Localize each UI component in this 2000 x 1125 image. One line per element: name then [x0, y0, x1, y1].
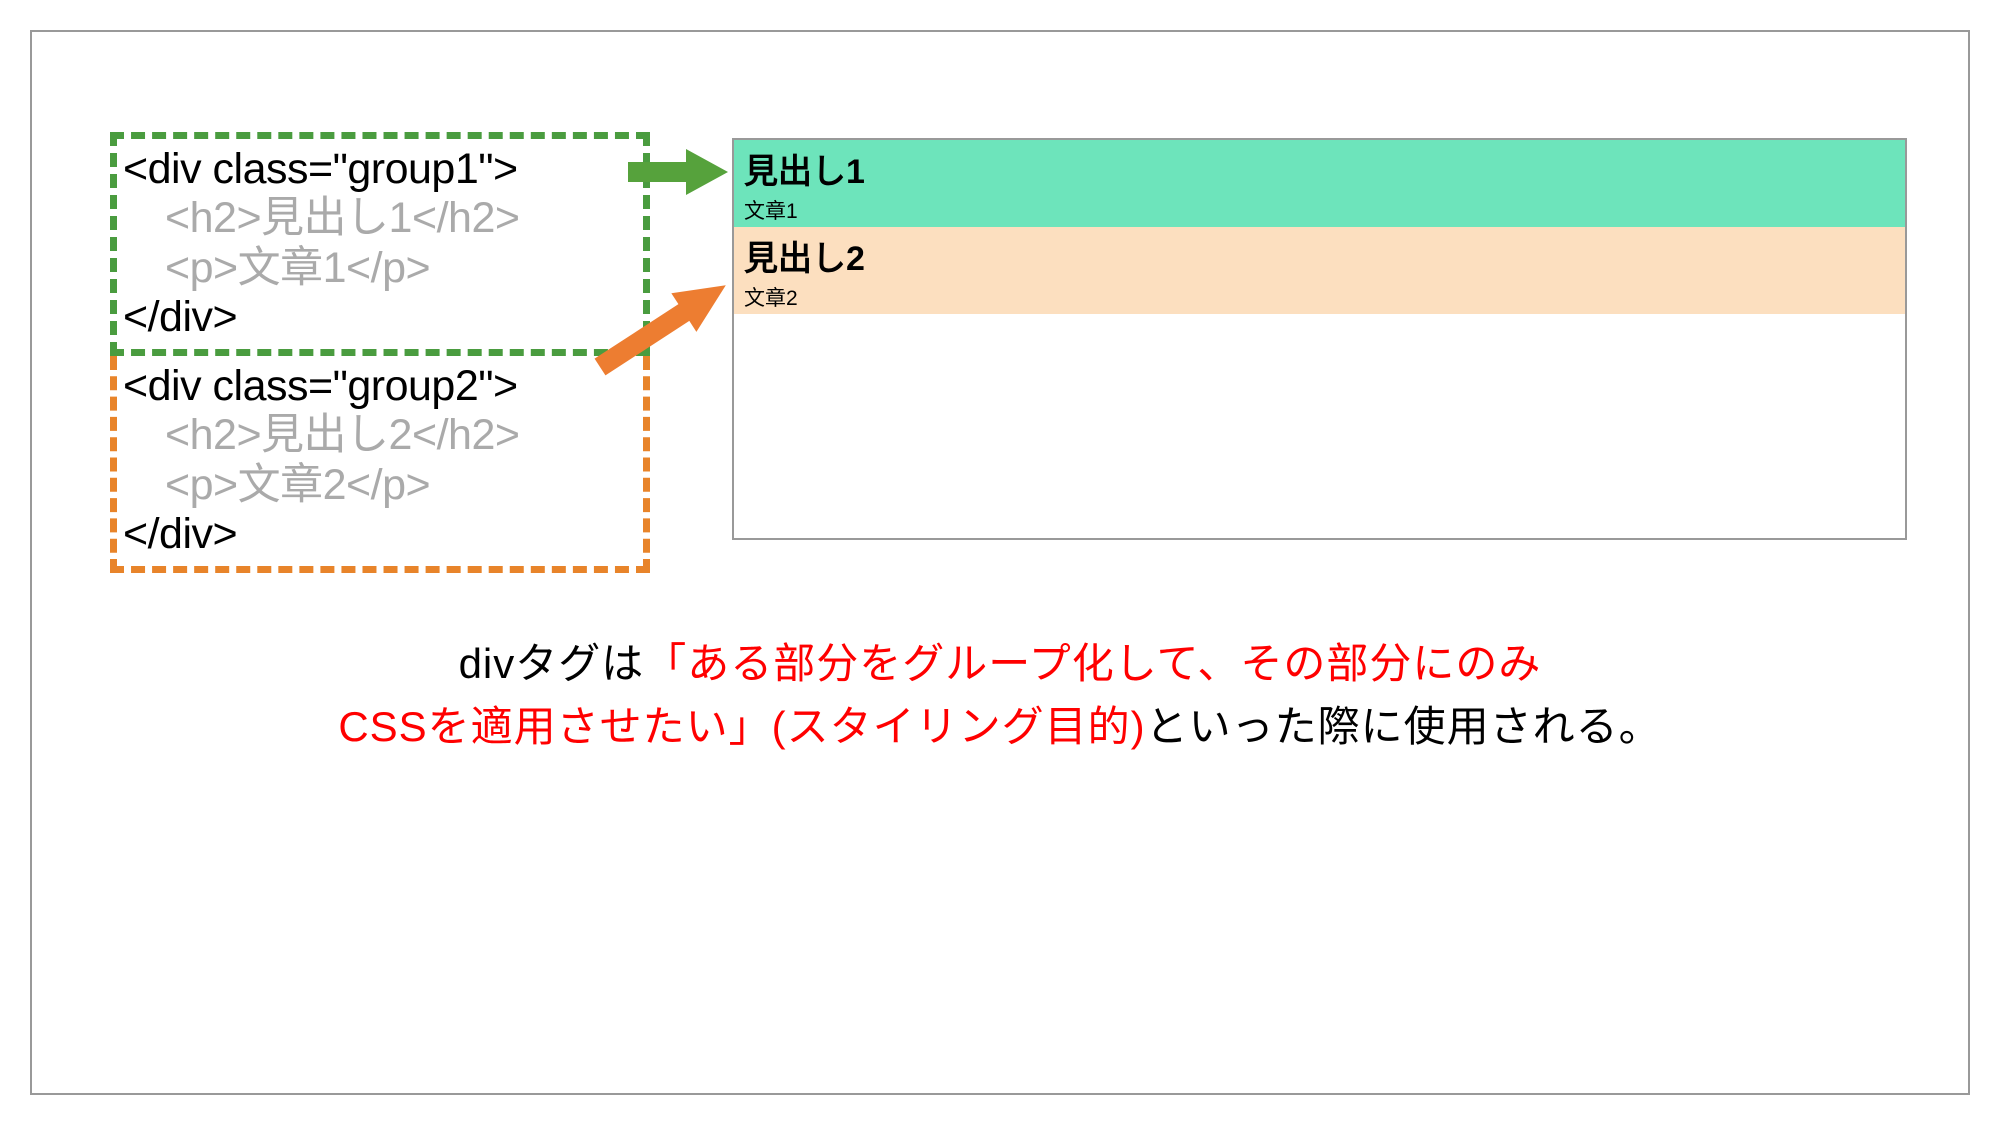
slide-frame: <div class="group1"> <h2>見出し1</h2> <p>文章… — [30, 30, 1970, 1095]
caption-part1: divタグは — [459, 640, 645, 687]
code-h2-2: <h2>見出し2</h2> — [123, 411, 633, 460]
arrow-orange-icon — [590, 272, 750, 387]
code-p-1: <p>文章1</p> — [123, 244, 633, 293]
code-close-div2: </div> — [123, 510, 633, 559]
code-h2-1: <h2>見出し1</h2> — [123, 194, 633, 243]
code-p-2: <p>文章2</p> — [123, 461, 633, 510]
render-paragraph2: 文章2 — [744, 282, 1895, 312]
arrow-green-icon — [628, 149, 728, 200]
render-heading2: 見出し2 — [744, 231, 1895, 280]
caption-text: divタグは「ある部分をグループ化して、その部分にのみ CSSを適用させたい」(… — [32, 632, 1968, 758]
browser-preview: 見出し1 文章1 見出し2 文章2 — [732, 138, 1907, 540]
code-open-div1: <div class="group1"> — [123, 145, 633, 194]
code-close-div1: </div> — [123, 293, 633, 342]
code-block-group2: <div class="group2"> <h2>見出し2</h2> <p>文章… — [110, 356, 650, 573]
code-open-div2: <div class="group2"> — [123, 362, 633, 411]
caption-part2: 「ある部分をグループ化して、その部分にのみ — [644, 640, 1541, 687]
render-group1: 見出し1 文章1 — [734, 140, 1905, 227]
caption-part4: といった際に使用される。 — [1146, 703, 1662, 750]
code-block-group1: <div class="group1"> <h2>見出し1</h2> <p>文章… — [110, 132, 650, 356]
render-paragraph1: 文章1 — [744, 195, 1895, 225]
render-group2: 見出し2 文章2 — [734, 227, 1905, 314]
code-area: <div class="group1"> <h2>見出し1</h2> <p>文章… — [110, 132, 650, 573]
render-heading1: 見出し1 — [744, 144, 1895, 193]
caption-part3: CSSを適用させたい」(スタイリング目的) — [338, 703, 1145, 750]
